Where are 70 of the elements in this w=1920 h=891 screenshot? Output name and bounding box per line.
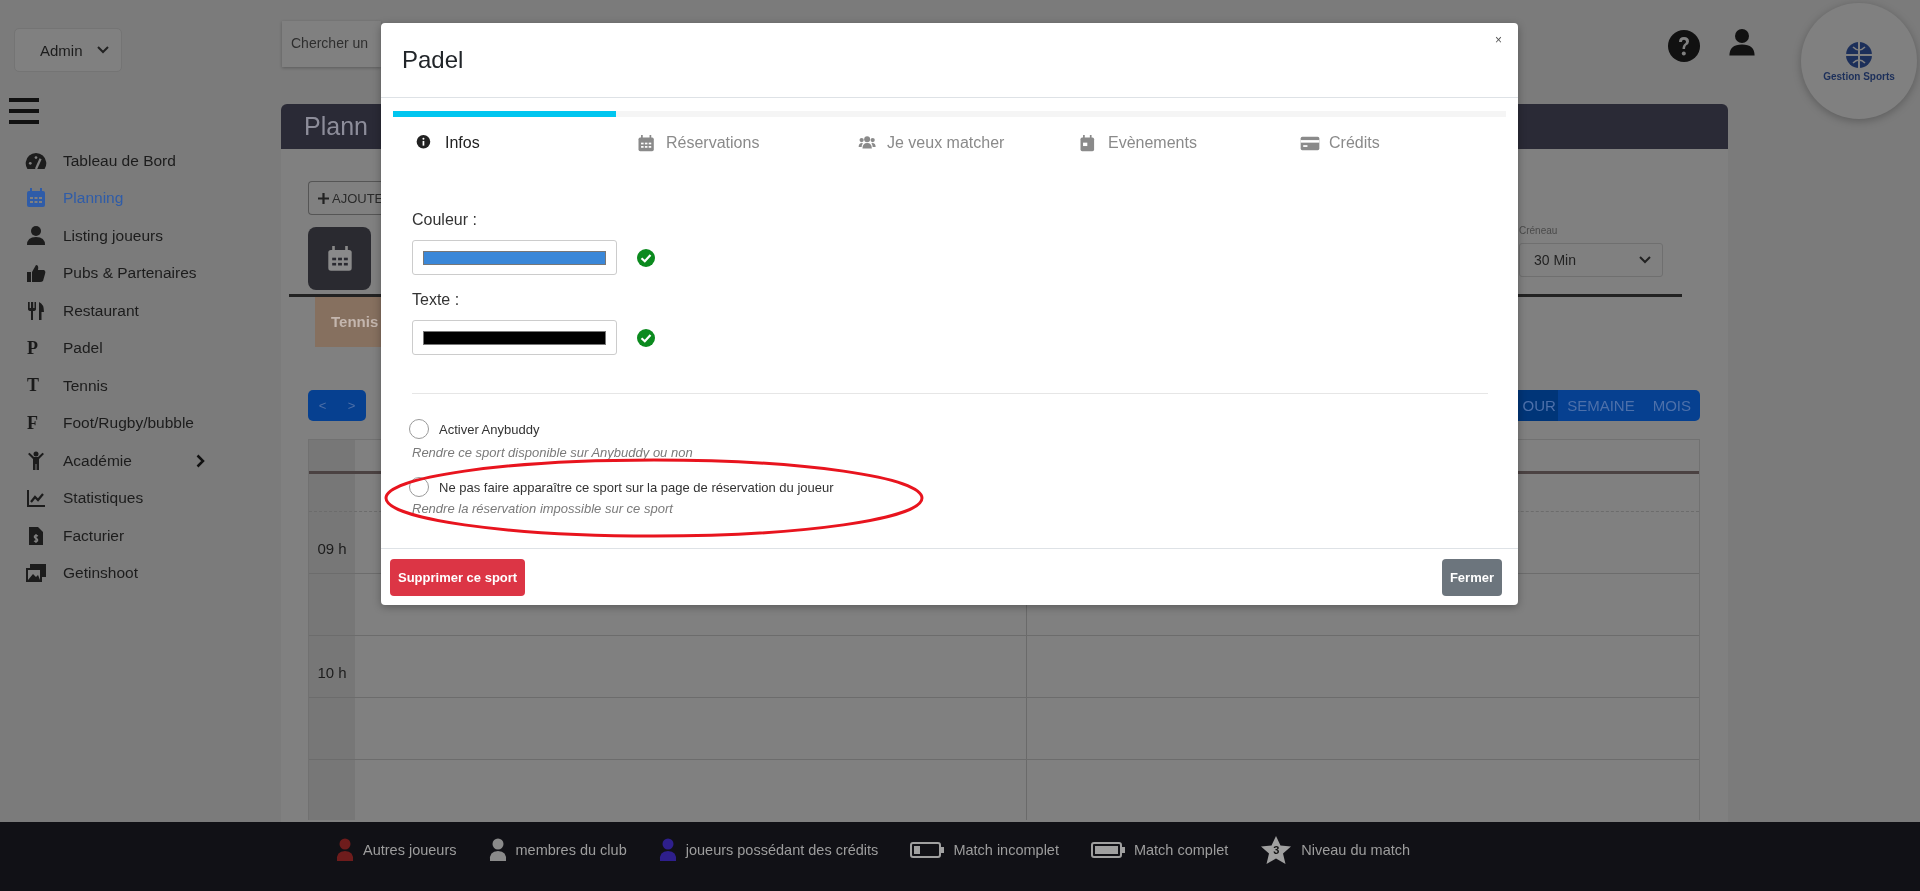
letter-icon: F <box>25 412 38 434</box>
delete-button[interactable]: Supprimer ce sport <box>390 558 526 596</box>
thumbs-up-icon <box>25 263 47 284</box>
field-label: Couleur : <box>412 210 477 230</box>
calendar-tile[interactable] <box>308 227 371 290</box>
menu-icon[interactable] <box>9 98 39 124</box>
close-button[interactable]: Fermer <box>1441 558 1502 596</box>
sidebar-item[interactable]: Statistiques <box>14 479 205 517</box>
option-hint: Rendre ce sport disponible sur Anybuddy ou non <box>412 445 693 460</box>
chevron-down-icon <box>1639 256 1651 264</box>
tab[interactable]: Infos <box>416 128 480 158</box>
sidebar-item[interactable]: F Foot/Rugby/bubble <box>14 404 205 442</box>
sidebar-item[interactable]: Tableau de Bord <box>14 142 205 180</box>
fork-knife-icon <box>25 300 47 321</box>
calendar-icon <box>25 188 47 209</box>
sport-tab[interactable]: Tennis <box>315 297 381 347</box>
sidebar-item[interactable]: Listing joueurs <box>14 217 205 255</box>
battery-low-icon <box>910 841 945 858</box>
legend-label: Match incomplet <box>953 841 1059 858</box>
slot-select[interactable]: 30 Min <box>1519 243 1663 277</box>
sidebar-item[interactable]: Facturier <box>14 517 205 555</box>
close-button[interactable]: × <box>1491 31 1506 49</box>
sidebar-item[interactable]: P Padel <box>14 329 205 367</box>
logo-icon <box>1844 40 1874 69</box>
logo-badge[interactable]: Gestion Sports <box>1801 3 1917 119</box>
sidebar-item[interactable]: Getinshoot <box>14 554 205 592</box>
field-label: Texte : <box>412 290 460 310</box>
hour-label: 09 h <box>317 540 347 557</box>
tab[interactable]: Réservations <box>637 128 760 158</box>
star-badge: 3 <box>1260 834 1293 865</box>
view-tab[interactable]: OUR <box>1518 390 1559 421</box>
chevron-right-icon <box>196 453 205 468</box>
user-icon[interactable] <box>1728 28 1756 58</box>
card-title: Plann <box>304 112 368 141</box>
color-input[interactable] <box>412 240 617 275</box>
tab[interactable]: Evènements <box>1079 128 1197 158</box>
letter-icon: P <box>25 337 38 359</box>
option-hint: Rendre la réservation impossible sur ce sport <box>412 501 675 516</box>
modal-title: Padel <box>402 46 464 74</box>
option-label: Activer Anybuddy <box>439 421 540 437</box>
credit-card-icon <box>1300 134 1320 152</box>
legend-label: joueurs possédant des crédits <box>685 841 879 858</box>
sidebar-item[interactable]: Restaurant <box>14 292 205 330</box>
help-icon[interactable] <box>1668 30 1700 62</box>
option-label: Ne pas faire apparaître ce sport sur la page de réservation du joueur <box>439 479 834 495</box>
plus-icon <box>318 192 329 204</box>
role-select[interactable]: Admin <box>14 28 122 72</box>
letter-icon: T <box>25 375 39 397</box>
search-field[interactable]: Chercher un <box>282 21 381 67</box>
legend-label: Niveau du match <box>1301 841 1411 858</box>
images-icon <box>25 563 47 584</box>
battery-full-icon <box>1090 841 1125 858</box>
calendar-icon <box>637 134 657 152</box>
legend-label: Match complet <box>1133 841 1229 858</box>
chevron-down-icon <box>97 46 109 54</box>
sidebar-item[interactable]: Académie <box>14 442 205 480</box>
tab[interactable]: Je veux matcher <box>858 128 1005 158</box>
tab[interactable]: Crédits <box>1300 128 1380 158</box>
gauge-icon <box>25 152 47 169</box>
sidebar-item[interactable]: T Tennis <box>14 367 205 405</box>
color-input[interactable] <box>412 320 617 355</box>
sidebar-item[interactable]: Pubs & Partenaires <box>14 254 205 292</box>
user-icon <box>25 225 47 246</box>
hour-label: 10 h <box>317 664 347 681</box>
calendar-icon <box>326 245 353 272</box>
line-chart-icon <box>25 488 47 509</box>
legend-label: membres du club <box>515 841 627 858</box>
legend-label: Autres joueurs <box>363 841 457 858</box>
users-icon <box>858 134 878 152</box>
radio-button[interactable] <box>409 419 429 439</box>
